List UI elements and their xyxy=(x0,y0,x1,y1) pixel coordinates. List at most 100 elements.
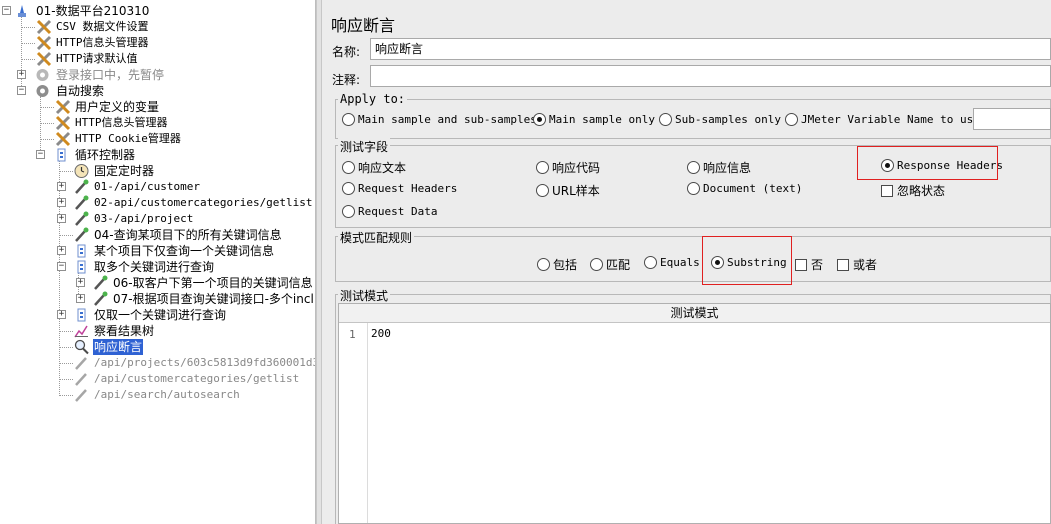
radio-label: 响应文本 xyxy=(358,161,407,175)
tree-node-label: 响应断言 xyxy=(93,339,144,355)
collapse-icon[interactable]: − xyxy=(57,262,66,271)
tree-node-label: 04-查询某项目下的所有关键词信息 xyxy=(94,228,282,242)
tree-node-label: 用户定义的变量 xyxy=(75,100,160,114)
tree-node-label: /api/projects/603c5813d9fd360001d3e70 xyxy=(94,356,316,369)
radio-jmeter-variable[interactable]: JMeter Variable Name to use xyxy=(785,113,980,126)
radio-label: 包括 xyxy=(553,258,578,272)
tree-node-label: 登录接口中，先暂停 xyxy=(56,68,165,82)
sampler-disabled-icon xyxy=(75,357,87,370)
response-assertion-panel: 响应断言 名称: 响应断言 注释: Apply to: Main sample … xyxy=(322,0,1051,524)
radio-label: URL样本 xyxy=(552,184,600,198)
radio-button-icon xyxy=(342,161,355,174)
patterns-table[interactable]: 测试模式 1 200 xyxy=(338,303,1051,524)
comment-field[interactable] xyxy=(370,65,1051,87)
expand-icon[interactable]: + xyxy=(57,214,66,223)
patterns-title: 测试模式 xyxy=(338,287,391,304)
sampler-icon xyxy=(75,195,89,210)
checkbox-icon xyxy=(837,258,849,271)
test-field-title: 测试字段 xyxy=(338,138,391,155)
test-plan-tree[interactable]: − 01-数据平台210310 CSV 数据文件设置 HTTP信息头管理器 HT… xyxy=(0,0,316,524)
radio-request-data[interactable]: Request Data xyxy=(342,205,437,218)
expand-icon[interactable]: + xyxy=(17,70,26,79)
tree-node-label: 仅取一个关键词进行查询 xyxy=(94,308,227,322)
tree-node-label: 取多个关键词进行查询 xyxy=(94,260,215,274)
highlight-box xyxy=(702,236,792,285)
pattern-rules-title: 模式匹配规则 xyxy=(338,229,415,246)
radio-button-icon xyxy=(687,182,700,195)
name-field[interactable]: 响应断言 xyxy=(370,38,1051,60)
expand-icon[interactable]: + xyxy=(57,246,66,255)
collapse-icon[interactable]: − xyxy=(36,150,45,159)
config-tool-icon xyxy=(55,99,71,115)
checkbox-not[interactable]: 否 xyxy=(795,256,823,273)
radio-button-icon xyxy=(644,256,657,269)
radio-label: Main sample only xyxy=(549,113,655,126)
radio-document-text[interactable]: Document (text) xyxy=(687,182,802,195)
radio-request-headers[interactable]: Request Headers xyxy=(342,182,457,195)
line-number-gutter xyxy=(339,323,368,523)
radio-button-icon xyxy=(536,161,549,174)
tree-node-label: CSV 数据文件设置 xyxy=(56,20,149,33)
sampler-icon xyxy=(75,227,89,242)
collapse-icon[interactable]: − xyxy=(2,6,11,15)
radio-response-code[interactable]: 响应代码 xyxy=(536,159,600,176)
checkbox-label: 或者 xyxy=(853,258,878,272)
tree-node-label: HTTP请求默认值 xyxy=(56,52,138,65)
tree-node-label: 察看结果树 xyxy=(94,324,155,338)
checkbox-label: 否 xyxy=(811,258,824,272)
radio-sub-only[interactable]: Sub-samples only xyxy=(659,113,781,126)
sampler-icon xyxy=(94,275,108,290)
expand-icon[interactable]: + xyxy=(76,278,85,287)
expand-icon[interactable]: + xyxy=(76,294,85,303)
config-tool-icon xyxy=(36,51,52,67)
tree-node-label: /api/search/autosearch xyxy=(94,388,240,401)
expand-icon[interactable]: + xyxy=(57,310,66,319)
radio-main-and-sub[interactable]: Main sample and sub-samples xyxy=(342,113,537,126)
tree-node-label: HTTP信息头管理器 xyxy=(75,116,168,129)
radio-button-icon xyxy=(342,205,355,218)
radio-label: Request Headers xyxy=(358,182,458,195)
config-tool-icon xyxy=(55,115,71,131)
apply-to-title: Apply to: xyxy=(338,92,408,106)
highlight-box xyxy=(857,146,998,180)
jmeter-variable-field[interactable] xyxy=(973,108,1051,130)
name-label: 名称: xyxy=(332,45,361,59)
radio-main-only[interactable]: Main sample only xyxy=(533,113,655,126)
pattern-text[interactable]: 200 xyxy=(371,327,391,340)
radio-label: JMeter Variable Name to use xyxy=(801,113,980,126)
testplan-icon xyxy=(18,5,26,17)
radio-matches[interactable]: 匹配 xyxy=(590,256,630,273)
tree-node-label: 06-取客户下第一个项目的关键词信息 xyxy=(113,276,313,290)
radio-button-icon xyxy=(537,258,550,271)
listener-icon xyxy=(74,325,88,338)
sampler-icon xyxy=(75,179,89,194)
checkbox-or[interactable]: 或者 xyxy=(837,256,877,273)
radio-url-sample[interactable]: URL样本 xyxy=(536,182,600,199)
radio-button-icon xyxy=(342,113,355,126)
tree-node-label: 07-根据项目查询关键词接口-多个incl xyxy=(113,292,314,306)
radio-button-checked-icon xyxy=(533,113,546,126)
radio-button-icon xyxy=(536,184,549,197)
radio-equals[interactable]: Equals xyxy=(644,256,700,269)
radio-response-message[interactable]: 响应信息 xyxy=(687,159,751,176)
radio-button-icon xyxy=(342,182,355,195)
radio-label: 响应代码 xyxy=(552,161,601,175)
radio-label: 匹配 xyxy=(606,258,631,272)
radio-label: Equals xyxy=(660,256,700,269)
checkbox-ignore-status[interactable]: 忽略状态 xyxy=(881,182,945,199)
radio-button-icon xyxy=(659,113,672,126)
tree-node-label: HTTP Cookie管理器 xyxy=(75,132,181,145)
sampler-disabled-icon xyxy=(75,389,87,402)
radio-contains[interactable]: 包括 xyxy=(537,256,577,273)
collapse-icon[interactable]: − xyxy=(17,86,26,95)
expand-icon[interactable]: + xyxy=(57,198,66,207)
panel-title: 响应断言 xyxy=(331,16,396,35)
radio-response-text[interactable]: 响应文本 xyxy=(342,159,406,176)
expand-icon[interactable]: + xyxy=(57,182,66,191)
timer-icon xyxy=(74,164,89,178)
tree-node-label: 某个项目下仅查询一个关键词信息 xyxy=(94,244,275,258)
patterns-column-header: 测试模式 xyxy=(339,304,1050,323)
tree-node-label: 循环控制器 xyxy=(75,148,136,162)
radio-label: Main sample and sub-samples xyxy=(358,113,537,126)
gear-icon xyxy=(36,69,49,81)
